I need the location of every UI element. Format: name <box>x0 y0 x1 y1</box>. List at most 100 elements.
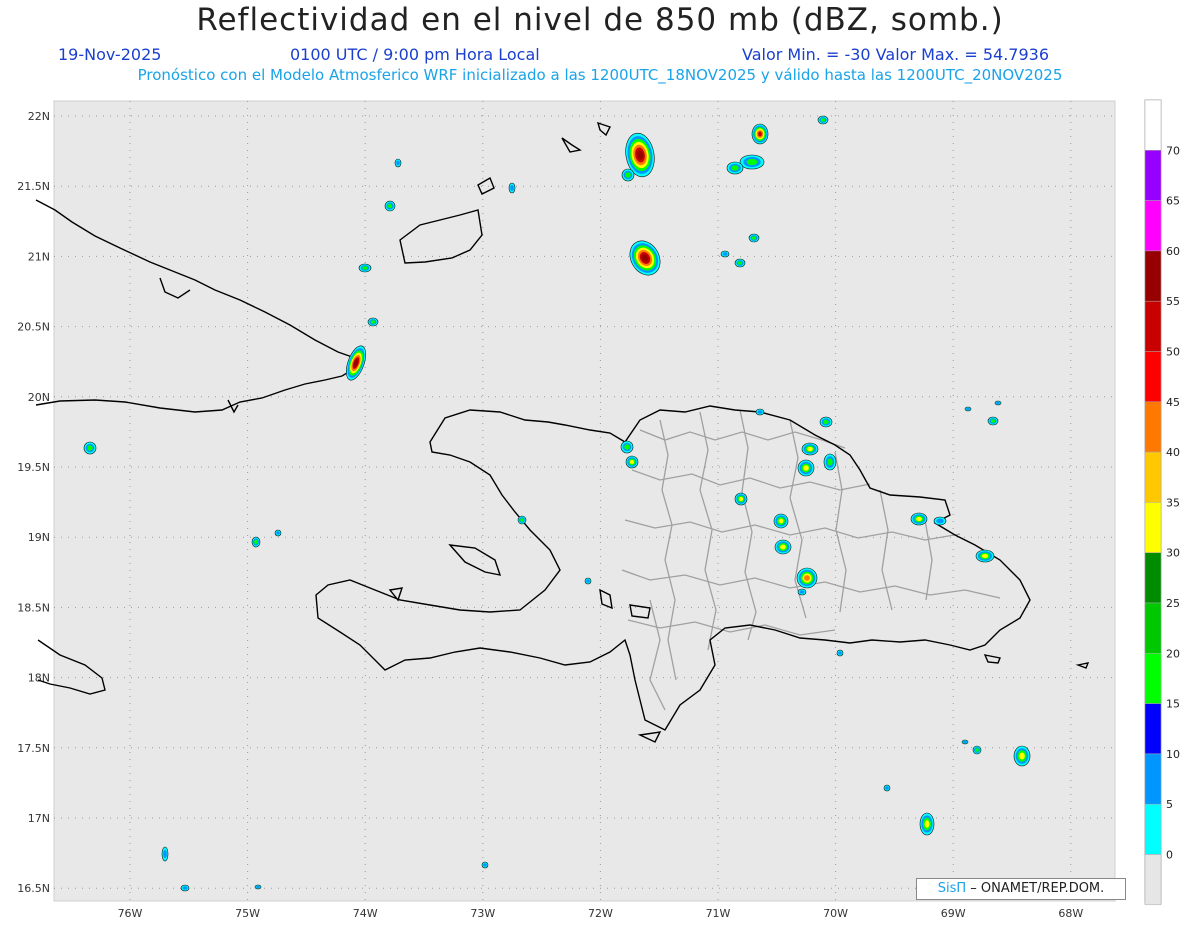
lat-label: 21.5N <box>17 180 50 193</box>
legend-label: 40 <box>1166 446 1180 459</box>
storm-cell <box>254 884 262 890</box>
storm-cell <box>919 812 935 836</box>
legend-label: 65 <box>1166 195 1180 208</box>
storm-cell <box>508 182 516 194</box>
storm-cell <box>994 400 1002 406</box>
map-area <box>53 100 1116 902</box>
legend-label: 0 <box>1166 849 1173 862</box>
storm-cell <box>797 588 807 596</box>
lat-label: 17N <box>28 812 50 825</box>
legend-swatch <box>1144 502 1162 553</box>
storm-cell <box>394 158 402 168</box>
storm-cell <box>883 784 891 792</box>
storm-cell <box>274 529 282 537</box>
lat-label: 21N <box>28 250 50 263</box>
legend-swatch <box>1144 602 1162 654</box>
lat-label: 22N <box>28 110 50 123</box>
storm-cell <box>755 408 765 416</box>
reflectivity-map: 22N21.5N21N20.5N20N19.5N19N18.5N18N17.5N… <box>17 99 1180 920</box>
storm-cell <box>774 539 792 555</box>
storm-cell <box>251 536 261 548</box>
legend-swatch <box>1144 200 1162 252</box>
storm-cell <box>358 263 372 273</box>
storm-cell <box>720 250 730 258</box>
legend-label: 55 <box>1166 295 1180 308</box>
legend-swatch <box>1144 451 1162 503</box>
storm-cell <box>620 440 634 454</box>
lat-label: 16.5N <box>17 882 50 895</box>
legend-swatch <box>1144 753 1162 805</box>
legend-label: 25 <box>1166 597 1180 610</box>
storm-cell <box>739 154 765 170</box>
legend-swatch <box>1144 250 1162 302</box>
storm-cell <box>964 406 972 412</box>
storm-cell <box>481 861 489 869</box>
storm-cell <box>961 739 969 745</box>
lat-label: 19.5N <box>17 461 50 474</box>
storm-cell <box>796 567 818 589</box>
lon-label: 71W <box>706 907 731 920</box>
legend-swatch <box>1144 99 1162 151</box>
lon-label: 69W <box>941 907 966 920</box>
legend-swatch <box>1144 803 1162 855</box>
legend-label: 30 <box>1166 547 1180 560</box>
lon-label: 74W <box>353 907 378 920</box>
legend-label: 70 <box>1166 144 1180 157</box>
storm-cell <box>817 115 829 125</box>
storm-cell <box>734 492 748 506</box>
lon-label: 73W <box>470 907 495 920</box>
legend-label: 20 <box>1166 647 1180 660</box>
brand-logo: SisΠ <box>937 881 967 896</box>
storm-cell <box>748 233 760 243</box>
storm-cell <box>161 846 169 862</box>
legend-label: 50 <box>1166 346 1180 359</box>
storm-cell <box>801 442 819 456</box>
lat-label: 19N <box>28 531 50 544</box>
storm-cell <box>836 649 844 657</box>
storm-cell <box>819 416 833 428</box>
lat-label: 17.5N <box>17 742 50 755</box>
storm-cell <box>975 549 995 563</box>
lat-label: 18.5N <box>17 601 50 614</box>
legend-swatch <box>1144 653 1162 704</box>
lon-label: 72W <box>588 907 613 920</box>
lon-label: 70W <box>823 907 848 920</box>
legend-label: 35 <box>1166 496 1180 509</box>
lat-label: 20N <box>28 391 50 404</box>
legend-swatch <box>1144 552 1162 604</box>
lon-label: 68W <box>1058 907 1083 920</box>
storm-cell <box>180 884 190 892</box>
storm-cell <box>726 161 744 175</box>
legend-swatch <box>1144 300 1162 352</box>
storm-cell <box>384 200 396 212</box>
legend-swatch <box>1144 351 1162 403</box>
storm-cell <box>83 441 97 455</box>
storm-cell <box>751 123 769 145</box>
legend-label: 15 <box>1166 698 1180 711</box>
storm-cell <box>621 168 635 182</box>
storm-cell <box>625 455 639 469</box>
storm-cell <box>517 515 527 525</box>
latitude-labels: 22N21.5N21N20.5N20N19.5N19N18.5N18N17.5N… <box>17 110 50 895</box>
lat-label: 20.5N <box>17 321 50 334</box>
legend-swatch <box>1144 401 1162 453</box>
color-legend: 7065605550454035302520151050 <box>1144 99 1180 906</box>
storm-cell <box>823 453 837 471</box>
legend-label: 10 <box>1166 748 1180 761</box>
storm-cell <box>734 258 746 268</box>
legend-label: 60 <box>1166 245 1180 258</box>
storm-cell <box>584 577 592 585</box>
storm-cell <box>972 745 982 755</box>
storm-cell <box>797 459 815 477</box>
storm-cell <box>773 513 789 529</box>
legend-swatch <box>1144 150 1162 201</box>
storm-cell <box>910 512 928 526</box>
credit-org: – ONAMET/REP.DOM. <box>970 881 1105 896</box>
storm-cell <box>933 516 947 526</box>
storm-cell <box>987 416 999 426</box>
legend-label: 5 <box>1166 798 1173 811</box>
storm-cell <box>1013 745 1031 767</box>
storm-cell <box>367 317 379 327</box>
lon-label: 75W <box>235 907 260 920</box>
lon-label: 76W <box>118 907 143 920</box>
